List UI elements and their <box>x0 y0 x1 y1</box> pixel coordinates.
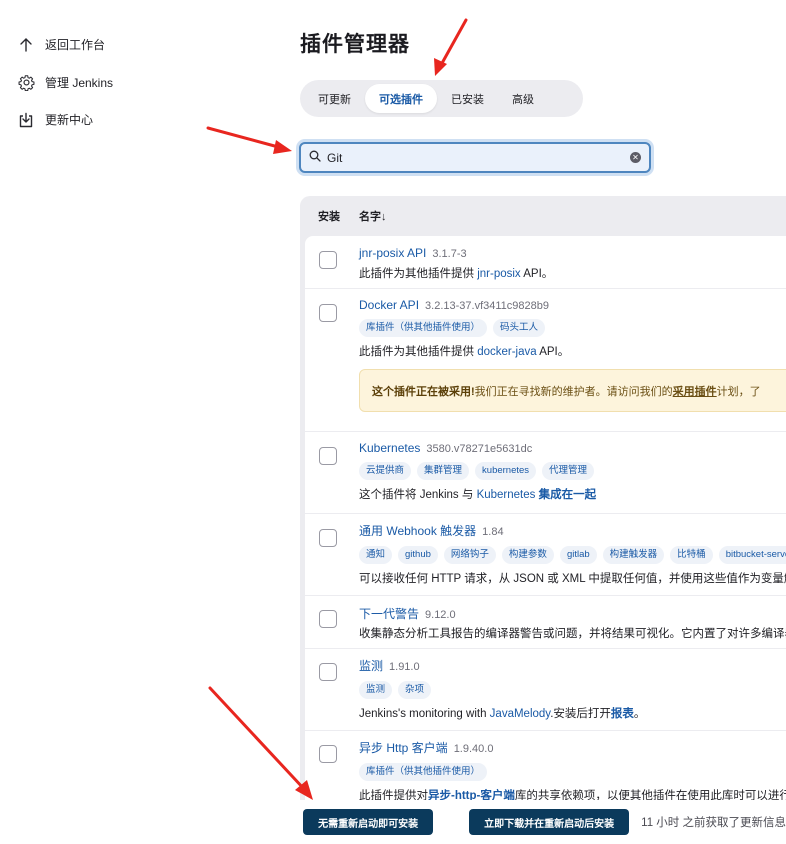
plugin-tag[interactable]: gitlab <box>559 546 597 564</box>
arrow-icon <box>434 18 468 76</box>
install-checkbox[interactable] <box>319 610 337 628</box>
table-row: 异步 Http 客户端 1.9.40.0 库插件（供其他插件使用） 此插件提供对异… <box>305 731 786 800</box>
plugin-description: 可以接收任何 HTTP 请求，从 JSON 或 XML 中提取任何值，并使用这些… <box>359 573 786 585</box>
plugin-name-link[interactable]: jnr-posix API <box>359 246 426 260</box>
description-link[interactable]: Kubernetes <box>477 489 536 501</box>
plugin-description: Jenkins's monitoring with JavaMelody.安装后… <box>359 708 646 720</box>
plugin-tag[interactable]: 库插件（供其他插件使用） <box>359 763 488 781</box>
plugin-tag[interactable]: 云提供商 <box>359 462 412 480</box>
table-row: Docker API 3.2.13-37.vf3411c9828b9 库插件（供其… <box>305 289 786 432</box>
plugin-tag[interactable]: 比特桶 <box>670 546 713 564</box>
sidebar: 返回工作台 管理 Jenkins 更新中心 <box>14 26 214 139</box>
description-link[interactable]: 异步-http-客户端 <box>428 790 515 800</box>
plugin-description: 此插件为其他插件提供 jnr-posix API。 <box>359 268 554 280</box>
plugin-table: 安装 名字↓ jnr-posix API 3.1.7-3 此插件为其他插件提供 j… <box>300 196 786 800</box>
tab-bar: 可更新 可选插件 已安装 高级 <box>300 80 583 117</box>
install-checkbox[interactable] <box>319 745 337 763</box>
plugin-name-link[interactable]: 下一代警告 <box>359 607 419 621</box>
plugin-description: 此插件为其他插件提供 docker-java API。 <box>359 346 570 358</box>
plugin-version: 1.91.0 <box>389 661 420 673</box>
install-checkbox[interactable] <box>319 529 337 547</box>
plugin-tag[interactable]: kubernetes <box>475 462 537 480</box>
search-box: ✕ <box>299 142 651 173</box>
column-header-name[interactable]: 名字↓ <box>358 208 387 224</box>
plugin-name-link[interactable]: 监测 <box>359 659 383 673</box>
update-info-text: 11 小时 之前获取了更新信息 <box>641 817 786 829</box>
tab-updates[interactable]: 可更新 <box>304 84 365 113</box>
plugin-version: 3580.v78271e5631dc <box>426 443 533 455</box>
search-icon <box>309 150 321 165</box>
install-checkbox[interactable] <box>319 304 337 322</box>
table-row: 下一代警告 9.12.0 收集静态分析工具报告的编译器警告或问题，并将结果可视化。… <box>305 596 786 649</box>
install-checkbox[interactable] <box>319 663 337 681</box>
plugin-tag[interactable]: github <box>398 546 438 564</box>
description-link[interactable]: 集成在一起 <box>539 489 597 501</box>
table-row: jnr-posix API 3.1.7-3 此插件为其他插件提供 jnr-posi… <box>305 236 786 289</box>
adoption-warning: 这个插件正在被采用! 我们正在寻找新的维护者。请访问我们的 采用插件 计划，了 <box>359 369 786 412</box>
sidebar-item-label: 管理 Jenkins <box>45 75 114 90</box>
plugin-tag[interactable]: 杂项 <box>398 681 432 699</box>
sidebar-item-manage-jenkins[interactable]: 管理 Jenkins <box>14 64 214 102</box>
install-checkbox[interactable] <box>319 251 337 269</box>
plugin-tag[interactable]: bitbucket-server <box>718 546 786 564</box>
clear-search-icon[interactable]: ✕ <box>630 152 641 163</box>
install-without-restart-button[interactable]: 无需重新启动即可安装 <box>303 809 434 835</box>
plugin-name-link[interactable]: Kubernetes <box>359 441 420 455</box>
plugin-tag[interactable]: 构建参数 <box>501 546 554 564</box>
sidebar-item-label: 更新中心 <box>45 113 94 128</box>
sidebar-item-label: 返回工作台 <box>45 38 106 53</box>
plugin-tag[interactable]: 构建触发器 <box>602 546 665 564</box>
plugin-name-link[interactable]: 通用 Webhook 触发器 <box>359 524 476 538</box>
plugin-tag[interactable]: 网络钩子 <box>443 546 496 564</box>
table-row: Kubernetes 3580.v78271e5631dc 云提供商 集群管理 kub… <box>305 432 786 514</box>
plugin-version: 1.84 <box>482 526 504 538</box>
plugin-tag[interactable]: 代理管理 <box>542 462 595 480</box>
gear-icon <box>14 70 38 94</box>
tab-available-plugins[interactable]: 可选插件 <box>365 84 437 113</box>
search-input[interactable] <box>327 150 630 165</box>
install-checkbox[interactable] <box>319 447 337 465</box>
page-title: 插件管理器 <box>300 33 410 56</box>
table-row: 监测 1.91.0 监测 杂项 Jenkins's monitoring with … <box>305 649 786 731</box>
sidebar-item-update-center[interactable]: 更新中心 <box>14 101 214 139</box>
plugin-name-link[interactable]: Docker API <box>359 298 419 312</box>
download-and-install-after-restart-button[interactable]: 立即下载并在重新启动后安装 <box>469 809 630 835</box>
bottom-action-bar: 无需重新启动即可安装 立即下载并在重新启动后安装 11 小时 之前获取了更新信息 <box>290 800 786 844</box>
description-link[interactable]: docker-java <box>477 346 536 358</box>
plugin-tag[interactable]: 库插件（供其他插件使用） <box>359 319 488 337</box>
plugin-description: 这个插件将 Jenkins 与 Kubernetes 集成在一起 <box>359 489 597 501</box>
plugin-name-link[interactable]: 异步 Http 客户端 <box>359 741 448 755</box>
description-link[interactable]: jnr-posix <box>477 268 520 280</box>
plugin-version: 3.1.7-3 <box>432 248 467 260</box>
plugin-description: 收集静态分析工具报告的编译器警告或问题，并将结果可视化。它内置了对许多编译器 <box>359 628 786 640</box>
plugin-tag[interactable]: 集群管理 <box>417 462 470 480</box>
download-icon <box>14 108 38 132</box>
plugin-tag[interactable]: 监测 <box>359 681 393 699</box>
table-header: 安装 名字↓ <box>300 196 786 236</box>
adopt-plugin-link[interactable]: 采用插件 <box>673 383 717 399</box>
tab-advanced[interactable]: 高级 <box>498 84 548 113</box>
arrow-icon <box>206 126 292 154</box>
plugin-tag[interactable]: 码头工人 <box>493 319 546 337</box>
arrow-up-icon <box>14 33 38 57</box>
arrow-icon <box>208 686 313 800</box>
table-body: jnr-posix API 3.1.7-3 此插件为其他插件提供 jnr-posi… <box>305 236 786 800</box>
plugin-tag[interactable]: 通知 <box>359 546 393 564</box>
plugin-version: 3.2.13-37.vf3411c9828b9 <box>425 300 549 312</box>
description-link[interactable]: JavaMelody <box>490 708 551 720</box>
description-link[interactable]: 报表 <box>611 708 634 720</box>
plugin-version: 1.9.40.0 <box>453 743 494 755</box>
sidebar-item-back-to-dashboard[interactable]: 返回工作台 <box>14 26 214 64</box>
tab-installed[interactable]: 已安装 <box>437 84 498 113</box>
column-header-install: 安装 <box>318 211 340 223</box>
plugin-description: 此插件提供对异步-http-客户端库的共享依赖项，以便其他插件在使用此库时可以进… <box>359 790 786 800</box>
table-row: 通用 Webhook 触发器 1.84 通知 github 网络钩子 构建参数 gitla… <box>305 514 786 596</box>
plugin-version: 9.12.0 <box>425 609 456 621</box>
